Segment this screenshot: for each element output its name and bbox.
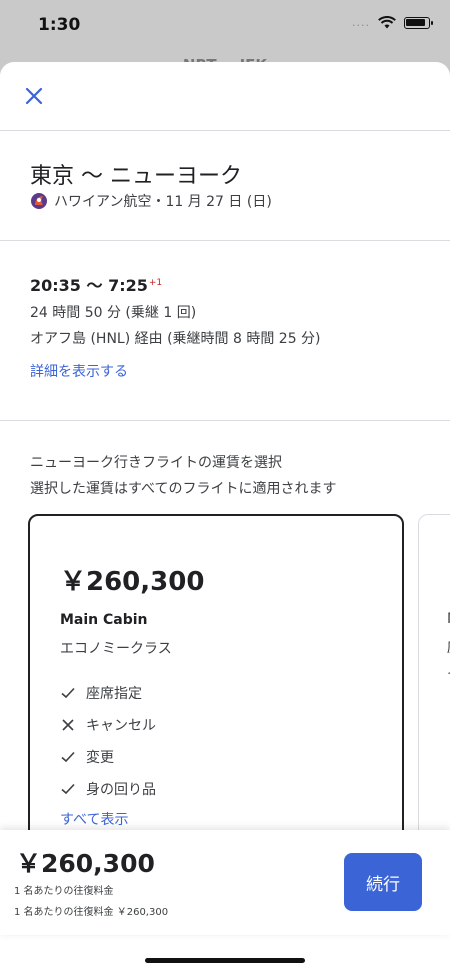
divider [0, 240, 450, 241]
flight-times: 20:35 ～ 7:25+1 [30, 276, 163, 295]
status-bar: 1:30 .... [0, 0, 450, 60]
divider [0, 130, 450, 131]
feature-seat-selection: 座席指定 [60, 683, 142, 703]
continue-button[interactable]: 続行 [344, 853, 422, 911]
day-offset: +1 [148, 277, 163, 288]
fare-price: ￥260,300 [60, 567, 205, 597]
feature-personal-item: 身の回り品 [60, 779, 156, 799]
wifi-icon [378, 16, 396, 29]
trip-title: 東京 ～ ニューヨーク [30, 164, 242, 189]
status-icons: .... [352, 16, 433, 29]
x-icon [62, 719, 74, 731]
flight-layover: オアフ島 (HNL) 経由 (乗継時間 8 時間 25 分) [30, 331, 321, 347]
close-icon[interactable] [22, 84, 46, 108]
check-icon [61, 751, 75, 763]
show-all-link[interactable]: すべて表示 [60, 809, 128, 829]
fare-card-main-cabin[interactable]: ￥260,300 Main Cabin エコノミークラス 座席指定 キャンセル … [28, 514, 404, 854]
flight-duration: 24 時間 50 分 (乗継 1 回) [30, 305, 197, 321]
battery-icon [404, 16, 433, 29]
fare-cabin: Main Cabin [60, 612, 148, 628]
feature-changes: 変更 [60, 747, 114, 767]
price-footer: ￥260,300 1 名あたりの往復料金 1 名あたりの往復料金 ￥260,30… [0, 830, 450, 935]
fare-heading: ニューヨーク行きフライトの運賃を選択 [30, 455, 282, 471]
airline-date: ハワイアン航空・11 月 27 日 (日) [54, 194, 272, 210]
fare-card-next[interactable]: M 座 イ [418, 514, 450, 854]
fare-subheading: 選択した運賃はすべてのフライトに適用されます [30, 481, 337, 497]
footer-per-person: 1 名あたりの往復料金 [14, 886, 114, 897]
status-time: 1:30 [38, 15, 81, 35]
feature-cancellation: キャンセル [60, 715, 156, 735]
fare-sheet: 東京 ～ ニューヨーク ハワイアン航空・11 月 27 日 (日) 20:35 … [0, 62, 450, 972]
check-icon [61, 687, 75, 699]
airline-row: ハワイアン航空・11 月 27 日 (日) [30, 191, 272, 211]
details-link[interactable]: 詳細を表示する [30, 361, 128, 381]
signal-dots: .... [352, 16, 370, 29]
footer-price: ￥260,300 [16, 849, 155, 878]
divider [0, 420, 450, 421]
footer-per-person-total: 1 名あたりの往復料金 ￥260,300 [14, 907, 169, 918]
home-indicator [145, 958, 305, 963]
check-icon [61, 783, 75, 795]
airline-logo-icon [31, 193, 47, 209]
fare-cabin-jp: エコノミークラス [60, 641, 172, 657]
